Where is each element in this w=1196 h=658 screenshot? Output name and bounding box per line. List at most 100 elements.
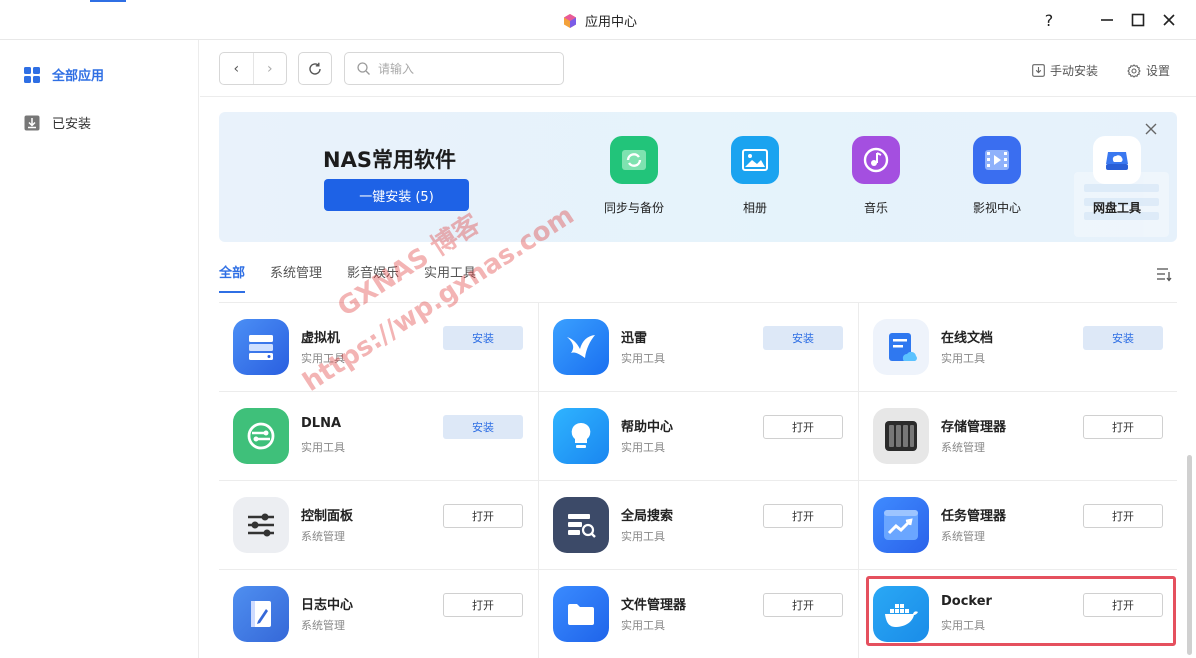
app-category: 实用工具 bbox=[301, 352, 345, 365]
open-button[interactable]: 打开 bbox=[763, 415, 843, 439]
maximize-button[interactable] bbox=[1128, 10, 1148, 30]
search-icon bbox=[357, 62, 370, 75]
open-button[interactable]: 打开 bbox=[1083, 415, 1163, 439]
minimize-icon bbox=[1101, 19, 1113, 21]
tab-utilities[interactable]: 实用工具 bbox=[424, 262, 476, 292]
search-box[interactable] bbox=[344, 52, 564, 85]
search-input[interactable] bbox=[378, 61, 548, 76]
app-card-storage-manager[interactable]: 存储管理器 系统管理 打开 bbox=[859, 392, 1177, 481]
help-button[interactable]: ? bbox=[1039, 10, 1059, 30]
app-card-file-manager[interactable]: 文件管理器 实用工具 打开 bbox=[539, 570, 859, 658]
window-title-text: 应用中心 bbox=[585, 15, 638, 30]
sort-button[interactable] bbox=[1156, 266, 1172, 286]
window-title: 应用中心 bbox=[563, 11, 637, 30]
open-button[interactable]: 打开 bbox=[1083, 504, 1163, 528]
category-tabs: 全部 系统管理 影音娱乐 实用工具 bbox=[219, 262, 476, 293]
app-card-task-manager[interactable]: 任务管理器 系统管理 打开 bbox=[859, 481, 1177, 570]
manual-install-label: 手动安装 bbox=[1050, 64, 1099, 78]
app-card-docker[interactable]: Docker 实用工具 打开 bbox=[859, 570, 1177, 658]
sync-icon bbox=[610, 136, 658, 184]
app-card-online-doc[interactable]: 在线文档 实用工具 安装 bbox=[859, 303, 1177, 392]
app-name: DLNA bbox=[301, 416, 342, 431]
nav-buttons: ‹ › bbox=[219, 52, 287, 85]
banner-app-label: 音乐 bbox=[863, 201, 888, 215]
storage-icon bbox=[873, 408, 929, 464]
title-bar: 应用中心 ? bbox=[0, 0, 1196, 40]
photo-icon bbox=[731, 136, 779, 184]
video-icon bbox=[973, 136, 1021, 184]
forward-button[interactable]: › bbox=[254, 53, 287, 84]
install-button[interactable]: 安装 bbox=[763, 326, 843, 350]
close-icon bbox=[1145, 123, 1157, 135]
app-category: 实用工具 bbox=[621, 619, 665, 632]
sidebar-item-all-apps[interactable]: 全部应用 bbox=[24, 65, 104, 84]
app-card-dlna[interactable]: DLNA 实用工具 安装 bbox=[219, 392, 539, 481]
open-button[interactable]: 打开 bbox=[1083, 593, 1163, 617]
tab-all[interactable]: 全部 bbox=[219, 262, 246, 293]
scrollbar[interactable] bbox=[1187, 455, 1192, 655]
app-name: 帮助中心 bbox=[621, 420, 674, 435]
sidebar-item-label: 全部应用 bbox=[52, 69, 105, 84]
minimize-button[interactable] bbox=[1097, 10, 1117, 30]
app-name: 存储管理器 bbox=[941, 420, 1007, 435]
app-category: 系统管理 bbox=[941, 530, 985, 543]
app-name: 文件管理器 bbox=[621, 598, 687, 613]
install-all-button[interactable]: 一键安装 (5) bbox=[324, 179, 469, 211]
app-name: 任务管理器 bbox=[941, 509, 1007, 524]
sort-list-icon bbox=[1157, 268, 1172, 282]
app-category: 系统管理 bbox=[301, 530, 345, 543]
sidebar-item-installed[interactable]: 已安装 bbox=[24, 113, 91, 132]
recommended-banner: NAS常用软件 一键安装 (5) 同步与备份 相册 音乐 影视中心 网盘工具 bbox=[219, 112, 1177, 242]
app-category: 实用工具 bbox=[621, 530, 665, 543]
app-card-log-center[interactable]: 日志中心 系统管理 打开 bbox=[219, 570, 539, 658]
tab-system-management[interactable]: 系统管理 bbox=[270, 262, 322, 292]
app-category: 实用工具 bbox=[941, 619, 985, 632]
banner-app-photos[interactable]: 相册 bbox=[715, 136, 795, 216]
app-category: 系统管理 bbox=[941, 441, 985, 454]
global-search-icon bbox=[553, 497, 609, 553]
install-button[interactable]: 安装 bbox=[443, 415, 523, 439]
open-button[interactable]: 打开 bbox=[763, 593, 843, 617]
manual-install-button[interactable]: 手动安装 bbox=[1032, 62, 1098, 79]
banner-app-cloud-drive[interactable]: 网盘工具 bbox=[1077, 136, 1157, 216]
app-category: 系统管理 bbox=[301, 619, 345, 632]
app-name: Docker bbox=[941, 594, 992, 609]
install-button[interactable]: 安装 bbox=[443, 326, 523, 350]
sidebar-item-label: 已安装 bbox=[52, 117, 92, 132]
grid-icon bbox=[24, 66, 40, 83]
banner-app-label: 同步与备份 bbox=[603, 201, 664, 215]
settings-label: 设置 bbox=[1146, 64, 1171, 78]
app-category: 实用工具 bbox=[941, 352, 985, 365]
settings-button[interactable]: 设置 bbox=[1127, 62, 1170, 79]
docker-icon bbox=[873, 586, 929, 642]
refresh-button[interactable] bbox=[298, 52, 332, 85]
back-button[interactable]: ‹ bbox=[220, 53, 254, 84]
install-button[interactable]: 安装 bbox=[1083, 326, 1163, 350]
app-category: 实用工具 bbox=[621, 352, 665, 365]
open-button[interactable]: 打开 bbox=[443, 504, 523, 528]
app-card-global-search[interactable]: 全局搜索 实用工具 打开 bbox=[539, 481, 859, 570]
download-icon bbox=[24, 115, 40, 130]
app-category: 实用工具 bbox=[301, 441, 345, 454]
banner-app-music[interactable]: 音乐 bbox=[836, 136, 916, 216]
open-button[interactable]: 打开 bbox=[763, 504, 843, 528]
app-card-xunlei[interactable]: 迅雷 实用工具 安装 bbox=[539, 303, 859, 392]
app-card-help-center[interactable]: 帮助中心 实用工具 打开 bbox=[539, 392, 859, 481]
help-center-icon bbox=[553, 408, 609, 464]
app-card-control-panel[interactable]: 控制面板 系统管理 打开 bbox=[219, 481, 539, 570]
app-category: 实用工具 bbox=[621, 441, 665, 454]
maximize-icon bbox=[1131, 13, 1145, 27]
open-button[interactable]: 打开 bbox=[443, 593, 523, 617]
close-button[interactable] bbox=[1159, 10, 1179, 30]
app-card-virtual-machine[interactable]: 虚拟机 实用工具 安装 bbox=[219, 303, 539, 392]
app-name: 在线文档 bbox=[941, 331, 994, 346]
banner-app-video-center[interactable]: 影视中心 bbox=[957, 136, 1037, 216]
online-doc-icon bbox=[873, 319, 929, 375]
app-name: 迅雷 bbox=[621, 331, 648, 346]
xunlei-icon bbox=[553, 319, 609, 375]
manual-install-icon bbox=[1032, 64, 1045, 77]
banner-app-label: 影视中心 bbox=[972, 201, 1021, 215]
banner-app-sync-backup[interactable]: 同步与备份 bbox=[594, 136, 674, 216]
gear-icon bbox=[1127, 63, 1141, 78]
tab-media-entertainment[interactable]: 影音娱乐 bbox=[347, 262, 399, 292]
